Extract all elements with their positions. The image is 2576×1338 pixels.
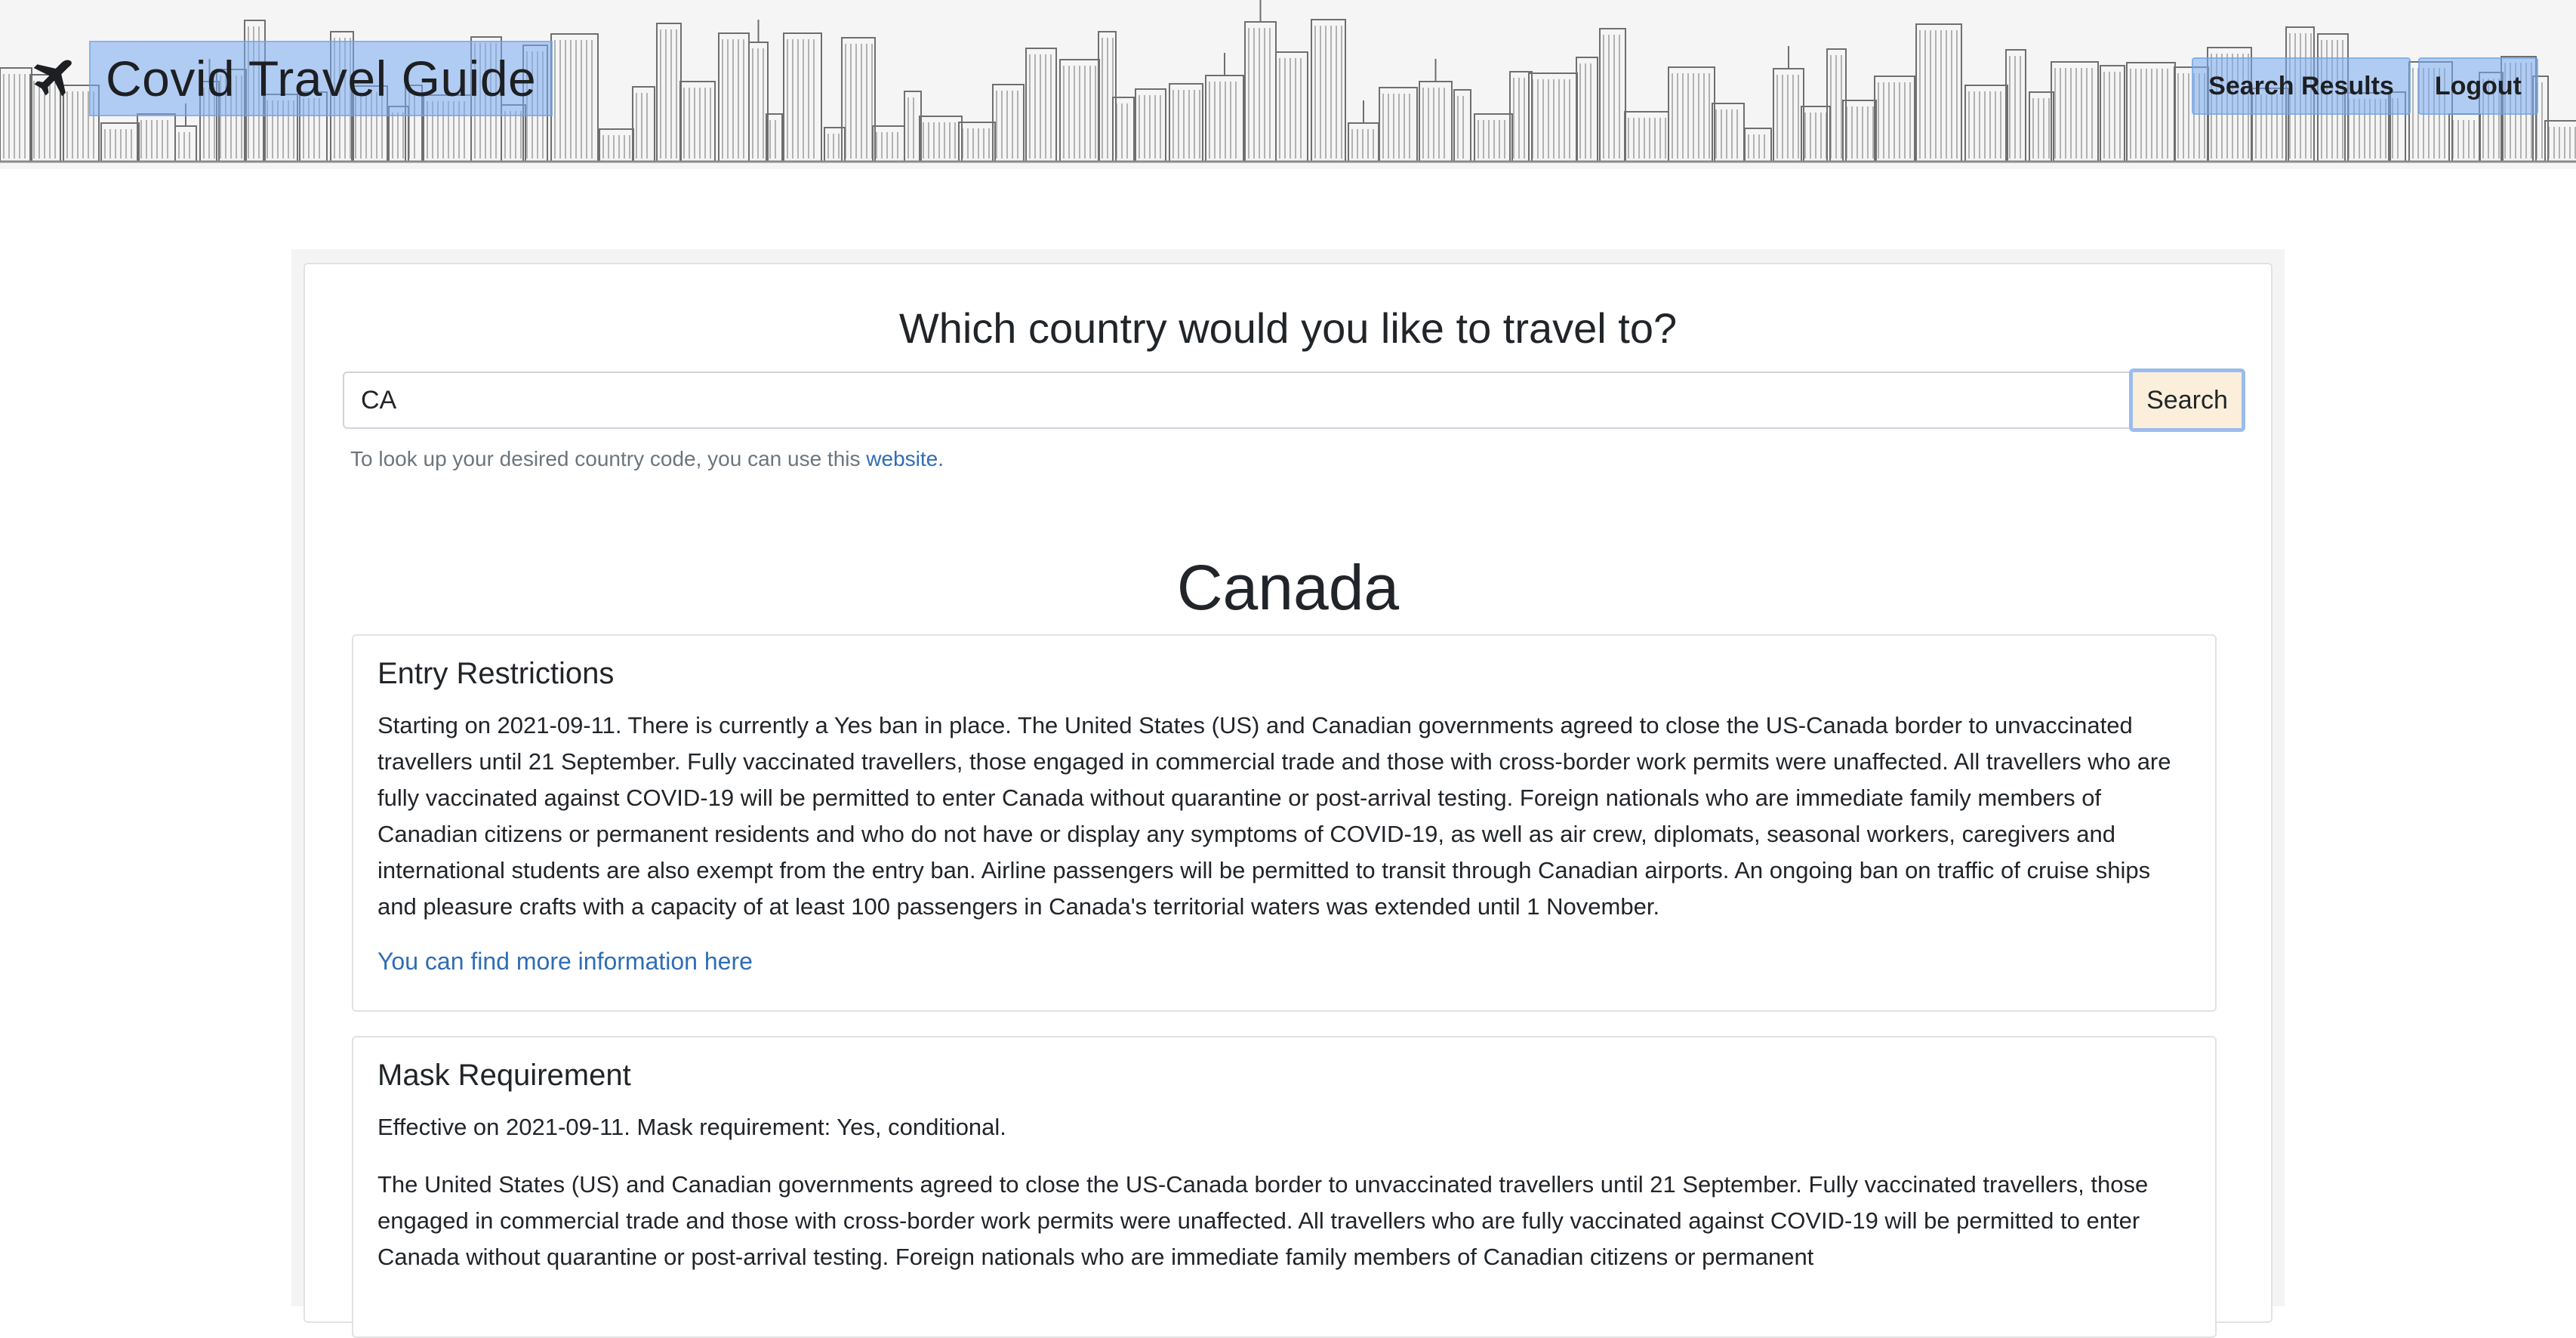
search-question-heading: Which country would you like to travel t…	[898, 304, 1678, 352]
skyline-building	[1773, 68, 1804, 162]
skyline-building	[992, 84, 1025, 162]
country-code-input[interactable]	[343, 371, 2132, 429]
skyline-building	[783, 32, 822, 162]
skyline-building	[1712, 103, 1745, 162]
skyline-building	[174, 125, 197, 162]
skyline-building	[1624, 111, 1669, 162]
country-code-website-link[interactable]: website.	[866, 447, 944, 470]
skyline-building	[1311, 19, 1346, 162]
skyline-building	[599, 128, 634, 162]
mask-requirement-summary: Effective on 2021-09-11. Mask requiremen…	[377, 1114, 1006, 1140]
helper-text: To look up your desired country code, yo…	[350, 447, 944, 471]
skyline-building	[1379, 87, 1418, 162]
skyline-building	[1668, 66, 1715, 162]
content-wrapper: Which country would you like to travel t…	[291, 249, 2285, 1338]
skyline-building	[1244, 21, 1277, 162]
top-nav: Search Results Logout	[2192, 57, 2538, 115]
skyline-building	[1025, 48, 1057, 162]
skyline-building	[1348, 122, 1379, 162]
more-information-link[interactable]: You can find more information here	[377, 948, 753, 976]
header: Covid Travel Guide Search Results Logout	[0, 0, 2576, 169]
skyline-building	[1275, 51, 1308, 162]
skyline-building	[904, 91, 922, 162]
entry-restrictions-card: Entry Restrictions Starting on 2021-09-1…	[352, 634, 2217, 1012]
skyline-building	[0, 67, 32, 162]
mask-requirement-card: Mask Requirement Effective on 2021-09-11…	[352, 1036, 2217, 1338]
skyline-building	[632, 86, 655, 162]
entry-restrictions-text: Starting on 2021-09-11. There is current…	[377, 712, 2171, 920]
search-button[interactable]: Search	[2129, 368, 2245, 432]
logout-button[interactable]: Logout	[2417, 57, 2538, 115]
skyline-building	[1576, 57, 1598, 162]
skyline-building	[2448, 113, 2481, 162]
skyline-building	[100, 122, 140, 162]
search-bar: Search	[343, 368, 2257, 432]
skyline-building	[1169, 83, 1203, 162]
skyline-building	[1842, 100, 1877, 162]
skyline-building	[718, 32, 750, 162]
skyline-building	[1915, 23, 1962, 162]
skyline-building	[958, 122, 996, 162]
skyline-building	[766, 113, 783, 162]
skyline-building	[1453, 89, 1471, 162]
skyline-building	[1474, 113, 1513, 162]
skyline-building	[2544, 120, 2576, 162]
skyline-building	[1205, 75, 1244, 162]
skyline-building	[872, 125, 905, 162]
search-card: Which country would you like to travel t…	[304, 263, 2272, 1338]
search-results-button[interactable]: Search Results	[2192, 57, 2411, 115]
skyline-building	[1964, 85, 2008, 162]
brand[interactable]: Covid Travel Guide	[30, 41, 553, 116]
skyline-building	[2051, 61, 2099, 162]
mask-requirement-text: The United States (US) and Canadian gove…	[377, 1171, 2149, 1270]
app-title[interactable]: Covid Travel Guide	[89, 41, 553, 116]
skyline-building	[137, 113, 176, 162]
skyline-building	[1419, 81, 1453, 162]
entry-restrictions-title: Entry Restrictions	[377, 657, 615, 690]
skyline-building	[679, 81, 716, 162]
skyline-building	[550, 33, 599, 162]
skyline-building	[841, 37, 876, 162]
helper-text-label: To look up your desired country code, yo…	[350, 447, 867, 470]
airplane-icon	[33, 60, 72, 97]
mask-requirement-title: Mask Requirement	[377, 1059, 631, 1092]
skyline-building	[2005, 49, 2026, 162]
country-title: Canada	[1176, 552, 1400, 623]
skyline-building	[1135, 88, 1166, 162]
skyline-building	[919, 116, 963, 162]
